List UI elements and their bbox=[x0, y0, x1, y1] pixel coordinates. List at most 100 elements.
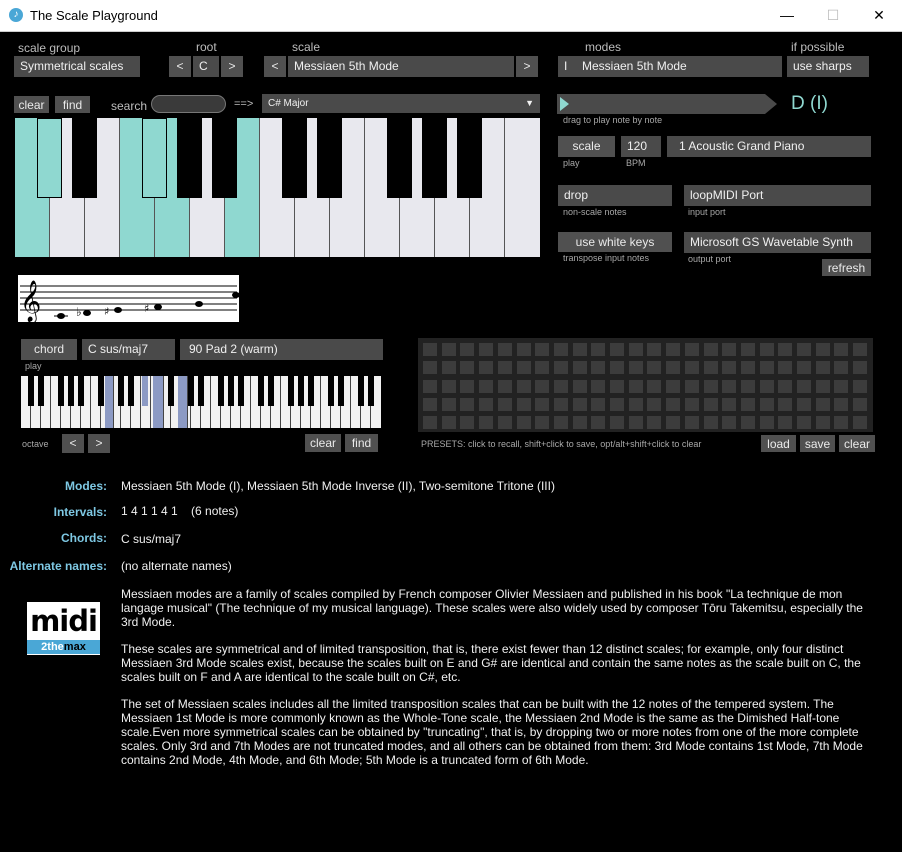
chord-find-button[interactable]: find bbox=[345, 434, 378, 452]
black-key-Gsharp[interactable] bbox=[177, 118, 202, 198]
scale-group-select[interactable]: Symmetrical scales bbox=[14, 56, 140, 77]
preset-slot[interactable] bbox=[853, 361, 868, 375]
preset-slot[interactable] bbox=[759, 379, 774, 393]
preset-slot[interactable] bbox=[797, 397, 811, 411]
accidentals-select[interactable]: use sharps bbox=[787, 56, 869, 77]
preset-slot[interactable] bbox=[479, 379, 494, 393]
octave-up-button[interactable]: > bbox=[88, 434, 110, 453]
small-black-key[interactable] bbox=[198, 376, 204, 406]
preset-slot[interactable] bbox=[460, 416, 475, 430]
preset-slot[interactable] bbox=[703, 361, 718, 375]
preset-slot[interactable] bbox=[628, 416, 643, 430]
preset-slot[interactable] bbox=[666, 397, 681, 411]
preset-slot[interactable] bbox=[553, 416, 568, 430]
preset-slot[interactable] bbox=[610, 361, 624, 375]
preset-slot[interactable] bbox=[853, 416, 868, 430]
small-black-key[interactable] bbox=[358, 376, 364, 406]
chord-instrument-select[interactable]: 90 Pad 2 (warm) bbox=[180, 339, 383, 360]
black-key-Fsharp2[interactable] bbox=[387, 118, 412, 198]
black-key-Dsharp[interactable] bbox=[72, 118, 97, 198]
preset-slot[interactable] bbox=[610, 397, 624, 411]
black-key-Asharp[interactable] bbox=[212, 118, 237, 198]
preset-slot[interactable] bbox=[647, 343, 662, 356]
clear-button[interactable]: clear bbox=[14, 96, 49, 113]
input-port-select[interactable]: loopMIDI Port bbox=[684, 185, 871, 206]
main-keyboard[interactable] bbox=[15, 118, 540, 257]
preset-slot[interactable] bbox=[572, 361, 587, 375]
preset-slot[interactable] bbox=[815, 397, 830, 411]
preset-slot[interactable] bbox=[722, 416, 737, 430]
presets-load-button[interactable]: load bbox=[761, 435, 796, 452]
preset-slot[interactable] bbox=[853, 343, 868, 356]
preset-slot[interactable] bbox=[460, 379, 475, 393]
preset-slot[interactable] bbox=[479, 397, 494, 411]
root-next-button[interactable]: > bbox=[221, 56, 243, 77]
preset-slot[interactable] bbox=[460, 397, 475, 411]
preset-slot[interactable] bbox=[628, 379, 643, 393]
preset-slot[interactable] bbox=[572, 379, 587, 393]
preset-slot[interactable] bbox=[703, 397, 718, 411]
preset-slot[interactable] bbox=[441, 361, 456, 375]
preset-slot[interactable] bbox=[666, 343, 681, 356]
preset-slot[interactable] bbox=[516, 379, 531, 393]
small-black-key[interactable] bbox=[338, 376, 344, 406]
preset-slot[interactable] bbox=[684, 397, 699, 411]
instrument-select[interactable]: 1 Acoustic Grand Piano bbox=[667, 136, 871, 157]
maximize-button[interactable]: ☐ bbox=[810, 0, 856, 31]
black-key-Gsharp2[interactable] bbox=[422, 118, 447, 198]
preset-slot[interactable] bbox=[834, 397, 849, 411]
find-button[interactable]: find bbox=[55, 96, 90, 113]
preset-slot[interactable] bbox=[479, 416, 494, 430]
small-black-key[interactable] bbox=[98, 376, 104, 406]
preset-slot[interactable] bbox=[778, 416, 793, 430]
refresh-button[interactable]: refresh bbox=[822, 259, 871, 276]
small-black-key-highlighted[interactable] bbox=[142, 376, 148, 406]
preset-slot[interactable] bbox=[740, 416, 755, 430]
preset-slot[interactable] bbox=[797, 343, 811, 356]
preset-slot[interactable] bbox=[610, 416, 624, 430]
preset-slot[interactable] bbox=[591, 379, 606, 393]
preset-slot[interactable] bbox=[815, 361, 830, 375]
preset-slot[interactable] bbox=[647, 397, 662, 411]
search-input[interactable] bbox=[151, 95, 226, 113]
preset-slot[interactable] bbox=[423, 397, 437, 411]
preset-slot[interactable] bbox=[759, 361, 774, 375]
small-black-key[interactable] bbox=[128, 376, 134, 406]
preset-slot[interactable] bbox=[703, 416, 718, 430]
black-key-Asharp2[interactable] bbox=[457, 118, 482, 198]
preset-slot[interactable] bbox=[591, 343, 606, 356]
preset-slot[interactable] bbox=[535, 416, 550, 430]
drag-note-slider[interactable] bbox=[557, 94, 777, 114]
preset-slot[interactable] bbox=[497, 379, 512, 393]
preset-slot[interactable] bbox=[591, 397, 606, 411]
modes-select[interactable]: I Messiaen 5th Mode bbox=[558, 56, 782, 77]
black-key-Csharp2[interactable] bbox=[282, 118, 307, 198]
preset-slot[interactable] bbox=[460, 361, 475, 375]
preset-slot[interactable] bbox=[759, 343, 774, 356]
small-black-key[interactable] bbox=[328, 376, 334, 406]
small-white-key-highlighted[interactable] bbox=[178, 376, 188, 428]
preset-slot[interactable] bbox=[441, 343, 456, 356]
preset-slot[interactable] bbox=[778, 379, 793, 393]
preset-slot[interactable] bbox=[834, 361, 849, 375]
transpose-button[interactable]: use white keys bbox=[558, 232, 672, 252]
preset-slot[interactable] bbox=[797, 379, 811, 393]
scale-next-button[interactable]: > bbox=[516, 56, 538, 77]
chord-select[interactable]: C sus/maj7 bbox=[82, 339, 175, 360]
small-black-key[interactable] bbox=[28, 376, 34, 406]
preset-slot[interactable] bbox=[553, 361, 568, 375]
non-scale-notes-select[interactable]: drop bbox=[558, 185, 672, 206]
chord-keyboard[interactable] bbox=[21, 376, 381, 428]
preset-slot[interactable] bbox=[740, 379, 755, 393]
root-prev-button[interactable]: < bbox=[169, 56, 191, 77]
preset-slot[interactable] bbox=[815, 343, 830, 356]
preset-slot[interactable] bbox=[703, 343, 718, 356]
preset-slot[interactable] bbox=[610, 343, 624, 356]
minimize-button[interactable]: — bbox=[764, 0, 810, 31]
preset-slot[interactable] bbox=[535, 343, 550, 356]
preset-slot[interactable] bbox=[759, 397, 774, 411]
preset-slot[interactable] bbox=[778, 343, 793, 356]
preset-slot[interactable] bbox=[535, 397, 550, 411]
preset-slot[interactable] bbox=[759, 416, 774, 430]
preset-slot[interactable] bbox=[684, 361, 699, 375]
